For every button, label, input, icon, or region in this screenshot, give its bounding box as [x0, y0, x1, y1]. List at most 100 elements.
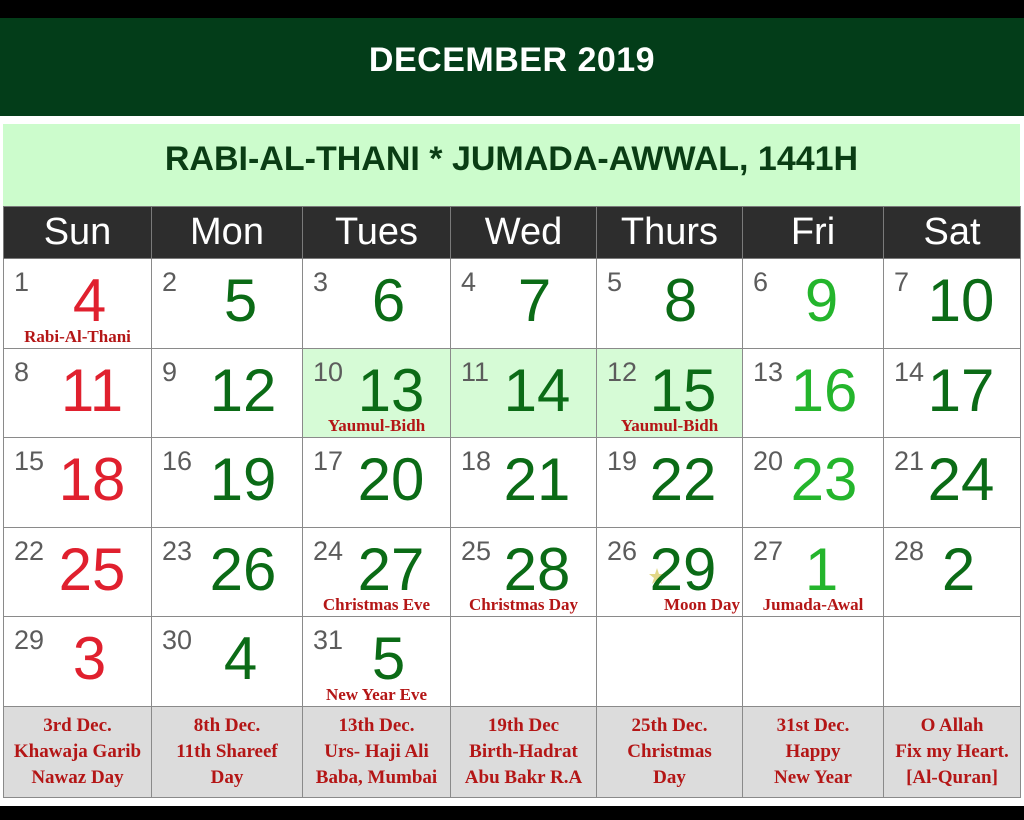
- footer-event-line: 11th Shareef: [176, 740, 278, 762]
- gregorian-date: 3: [313, 267, 329, 297]
- footer-event-cell: 13th Dec. Urs- Haji Ali Baba, Mumbai: [302, 705, 451, 798]
- hijri-title: RABI-AL-THANI * JUMADA-AWWAL, 1441H: [164, 139, 859, 178]
- footer-event-cell: 19th Dec Birth-Hadrat Abu Bakr R.A: [450, 705, 597, 798]
- event-note: Christmas Day: [468, 595, 579, 614]
- hijri-date: 13: [357, 356, 425, 424]
- calendar-page: DECEMBER 2019 RABI-AL-THANI * JUMADA-AWW…: [0, 0, 1024, 820]
- event-note: Moon Day: [663, 595, 740, 614]
- day-cell-mon[interactable]: 9 12: [151, 347, 303, 438]
- day-cell-sun[interactable]: 8 11: [3, 347, 152, 438]
- day-cell-mon[interactable]: 30 4: [151, 616, 303, 707]
- day-cell-mon[interactable]: 16 19: [151, 437, 303, 528]
- hijri-date: 26: [209, 535, 277, 603]
- hijri-date: 3: [72, 625, 107, 692]
- day-cell-sat[interactable]: 21 24: [883, 437, 1021, 528]
- hijri-date: 14: [503, 356, 571, 424]
- footer-event-line: New Year: [774, 766, 852, 788]
- day-cell-thu[interactable]: 26 29 Moon Day: [596, 526, 743, 617]
- day-cell-fri[interactable]: 69: [742, 258, 884, 349]
- hijri-date: 17: [927, 356, 995, 424]
- gregorian-date: 5: [607, 267, 623, 297]
- week-row: 22 25 23 26 24 27 Christmas Eve 25 28 Christmas D…: [3, 526, 1021, 617]
- event-note: Rabi-Al-Thani: [24, 326, 131, 346]
- day-cell-sat[interactable]: 14 17: [883, 347, 1021, 438]
- footer-event-line: Baba, Mumbai: [315, 766, 438, 788]
- footer-event-cell: 25th Dec. Christmas Day: [596, 705, 743, 798]
- day-cell-fri[interactable]: 27 1 Jumada-Awal: [742, 526, 884, 617]
- day-cell-thu[interactable]: 19 22: [596, 437, 743, 528]
- weekday-sat: Sat: [883, 206, 1021, 259]
- day-cell-mon[interactable]: 25: [151, 258, 303, 349]
- week-row: 1 4 Rabi-Al-Thani 2 5 3 6 4 7 5 8 6 9 7 10: [3, 258, 1021, 349]
- gregorian-date: 31: [313, 625, 344, 655]
- day-cell-thu[interactable]: 58: [596, 258, 743, 349]
- footer-event-cell: 8th Dec. 11th Shareef Day: [151, 705, 303, 798]
- calendar-sheet: RABI-AL-THANI * JUMADA-AWWAL, 1441H Sun …: [0, 116, 1024, 806]
- day-cell-sun[interactable]: 29 3: [3, 616, 152, 707]
- weekday-header-row: Sun Mon Tues Wed Thurs Fri Sat: [3, 206, 1021, 259]
- hijri-date: 8: [663, 267, 698, 334]
- event-note: Yaumul-Bidh: [620, 416, 719, 435]
- day-cell-fri[interactable]: 20 23: [742, 437, 884, 528]
- footer-event-cell: O Allah Fix my Heart. [Al-Quran]: [883, 705, 1021, 798]
- footer-event-line: Fix my Heart.: [895, 740, 1009, 762]
- day-cell-wed[interactable]: 11 14: [450, 347, 597, 438]
- month-title: DECEMBER 2019: [368, 40, 656, 79]
- empty-day-cell: [596, 616, 743, 707]
- gregorian-date: 29: [14, 625, 45, 655]
- weekday-mon: Mon: [151, 206, 303, 259]
- day-cell-tue[interactable]: 31 5 New Year Eve: [302, 616, 451, 707]
- footer-event-cell: 3rd Dec. Khawaja Garib Nawaz Day: [3, 705, 152, 798]
- weekday-sun: Sun: [3, 206, 152, 259]
- week-row: 29 3 30 4 31 5 New Year Eve: [3, 616, 1021, 707]
- day-cell-sat[interactable]: 28 2: [883, 526, 1021, 617]
- empty-day-cell: [450, 616, 597, 707]
- day-cell-sun[interactable]: 1 4 Rabi-Al-Thani: [3, 258, 152, 349]
- day-cell-wed[interactable]: 18 21: [450, 437, 597, 528]
- day-cell-tue[interactable]: 10 13 Yaumul-Bidh: [302, 347, 451, 438]
- events-footer-row: 3rd Dec. Khawaja Garib Nawaz Day 8th Dec. 11…: [3, 705, 1021, 798]
- day-cell-tue[interactable]: 17 20: [302, 437, 451, 528]
- day-cell-tue[interactable]: 36: [302, 258, 451, 349]
- event-note: Yaumul-Bidh: [327, 416, 426, 435]
- gregorian-date: 2: [162, 267, 178, 297]
- hijri-date: 7: [517, 267, 552, 334]
- footer-event-line: Nawaz Day: [31, 766, 124, 788]
- day-cell-wed[interactable]: 25 28 Christmas Day: [450, 526, 597, 617]
- footer-event-line: 31st Dec.: [776, 714, 850, 736]
- event-note: Christmas Eve: [322, 595, 431, 614]
- hijri-date: 24: [927, 446, 995, 513]
- hijri-date: 10: [927, 267, 995, 334]
- footer-event-line: 25th Dec.: [631, 714, 708, 736]
- day-cell-wed[interactable]: 47: [450, 258, 597, 349]
- gregorian-date: 30: [162, 625, 193, 655]
- footer-event-line: 8th Dec.: [193, 714, 261, 736]
- footer-event-line: O Allah: [920, 714, 984, 736]
- footer-event-line: Birth-Hadrat: [469, 740, 578, 762]
- empty-day-cell: [883, 616, 1021, 707]
- weekday-fri: Fri: [742, 206, 884, 259]
- hijri-date: 23: [790, 446, 858, 513]
- day-cell-mon[interactable]: 23 26: [151, 526, 303, 617]
- hijri-date: 4: [72, 267, 107, 334]
- day-cell-tue[interactable]: 24 27 Christmas Eve: [302, 526, 451, 617]
- footer-event-line: Abu Bakr R.A: [464, 766, 583, 788]
- footer-event-cell: 31st Dec. Happy New Year: [742, 705, 884, 798]
- gregorian-date: 8: [14, 356, 30, 387]
- footer-event-line: Day: [653, 766, 686, 788]
- footer-event-line: Khawaja Garib: [13, 740, 142, 762]
- hijri-date: 29: [649, 535, 717, 603]
- day-cell-sun[interactable]: 15 18: [3, 437, 152, 528]
- day-cell-fri[interactable]: 13 16: [742, 347, 884, 438]
- weekday-tue: Tues: [302, 206, 451, 259]
- hijri-date: 9: [804, 267, 839, 334]
- day-cell-sat[interactable]: 7 10: [883, 258, 1021, 349]
- hijri-date: 18: [58, 446, 126, 513]
- footer-event-line: Urs- Haji Ali: [324, 740, 429, 762]
- day-cell-sun[interactable]: 22 25: [3, 526, 152, 617]
- hijri-date: 6: [371, 267, 406, 334]
- hijri-date: 20: [357, 446, 425, 513]
- hijri-date: 21: [503, 446, 571, 513]
- day-cell-thu[interactable]: 12 15 Yaumul-Bidh: [596, 347, 743, 438]
- gregorian-date: 4: [461, 267, 477, 297]
